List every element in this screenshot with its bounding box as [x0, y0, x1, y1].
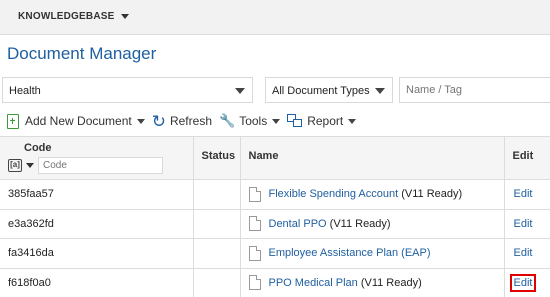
chevron-down-icon[interactable]	[26, 163, 34, 168]
document-icon	[248, 275, 261, 291]
page-title: Document Manager	[7, 44, 157, 63]
document-icon	[248, 216, 261, 232]
toolbar: Add New Document ↻ Refresh 🔧 Tools Repor…	[0, 110, 550, 132]
filter-bar: Health All Document Types	[0, 74, 550, 106]
document-status-suffix: (V11 Ready)	[398, 188, 463, 201]
add-document-icon	[7, 113, 19, 129]
row-edit: Edit	[503, 179, 550, 210]
column-header-status[interactable]: Status	[192, 137, 241, 180]
row-status	[192, 267, 241, 297]
top-bar: KNOWLEDGEBASE	[0, 0, 550, 35]
edit-link[interactable]: Edit	[514, 218, 533, 230]
wrench-icon: 🔧	[219, 113, 236, 128]
name-tag-input[interactable]	[399, 77, 550, 103]
edit-link[interactable]: Edit	[514, 188, 533, 200]
column-header-name[interactable]: Name	[239, 137, 505, 180]
document-link[interactable]: Dental PPO	[269, 218, 327, 230]
chevron-down-icon	[120, 14, 129, 19]
chevron-down-icon	[272, 118, 281, 124]
row-status	[192, 208, 241, 239]
document-type-select-value: All Document Types	[272, 85, 370, 97]
filter-icon[interactable]: [a]	[8, 159, 22, 172]
category-select-value: Health	[9, 85, 41, 97]
refresh-icon: ↻	[151, 111, 166, 131]
document-status-suffix: (V11 Ready)	[357, 276, 422, 289]
row-status	[192, 238, 241, 269]
table-row: f618f0a0 PPO Medical Plan (V11 Ready) Ed…	[0, 267, 550, 297]
tools-button[interactable]: 🔧 Tools	[219, 113, 281, 129]
dropdown-arrow-icon	[235, 88, 245, 94]
chevron-down-icon	[348, 118, 357, 124]
add-new-document-label: Add New Document	[25, 114, 132, 128]
highlighted-edit-box: Edit	[509, 273, 537, 292]
add-new-document-button[interactable]: Add New Document	[0, 113, 145, 129]
knowledgebase-menu-label: KNOWLEDGEBASE	[18, 11, 115, 22]
row-name: PPO Medical Plan (V11 Ready)	[239, 267, 505, 297]
table-header-row: Code [a] Status Name Edit	[0, 137, 550, 180]
refresh-button[interactable]: ↻ Refresh	[152, 113, 212, 130]
row-code: 385faa57	[0, 179, 194, 210]
row-status	[192, 179, 241, 210]
category-select[interactable]: Health	[2, 77, 253, 103]
document-status-suffix: (V11 Ready)	[326, 217, 391, 230]
document-type-select[interactable]: All Document Types	[265, 77, 393, 103]
tools-label: Tools	[239, 114, 268, 128]
report-icon	[287, 114, 303, 128]
refresh-label: Refresh	[169, 114, 212, 128]
column-header-edit: Edit	[503, 137, 550, 180]
edit-link[interactable]: Edit	[514, 277, 533, 289]
row-edit: Edit	[503, 267, 550, 297]
row-code: f618f0a0	[0, 267, 194, 297]
row-name: Flexible Spending Account (V11 Ready)	[239, 179, 505, 210]
report-button[interactable]: Report	[287, 114, 357, 128]
table-row: 385faa57 Flexible Spending Account (V11 …	[0, 179, 550, 210]
document-icon	[248, 245, 261, 261]
row-code: e3a362fd	[0, 208, 194, 239]
knowledgebase-menu[interactable]: KNOWLEDGEBASE	[18, 11, 129, 22]
document-link[interactable]: Flexible Spending Account	[269, 188, 399, 200]
row-code: fa3416da	[0, 238, 194, 269]
column-header-code: Code [a]	[0, 137, 194, 180]
document-table: Code [a] Status Name Edit 385faa57	[0, 137, 550, 297]
table-row: e3a362fd Dental PPO (V11 Ready) Edit	[0, 208, 550, 239]
column-header-code-label: Code	[24, 142, 52, 154]
code-filter: [a]	[8, 157, 185, 174]
document-grid: Code [a] Status Name Edit 385faa57	[0, 136, 550, 297]
table-row: fa3416da Employee Assistance Plan (EAP) …	[0, 238, 550, 269]
code-filter-input[interactable]	[38, 157, 163, 174]
row-name: Employee Assistance Plan (EAP)	[239, 238, 505, 269]
document-link[interactable]: Employee Assistance Plan (EAP)	[269, 247, 431, 259]
document-icon	[248, 186, 261, 202]
edit-link[interactable]: Edit	[514, 247, 533, 259]
row-edit: Edit	[503, 208, 550, 239]
row-name: Dental PPO (V11 Ready)	[239, 208, 505, 239]
row-edit: Edit	[503, 238, 550, 269]
document-link[interactable]: PPO Medical Plan	[269, 277, 358, 289]
report-label: Report	[307, 114, 344, 128]
dropdown-arrow-icon	[375, 88, 385, 94]
chevron-down-icon	[136, 118, 145, 124]
